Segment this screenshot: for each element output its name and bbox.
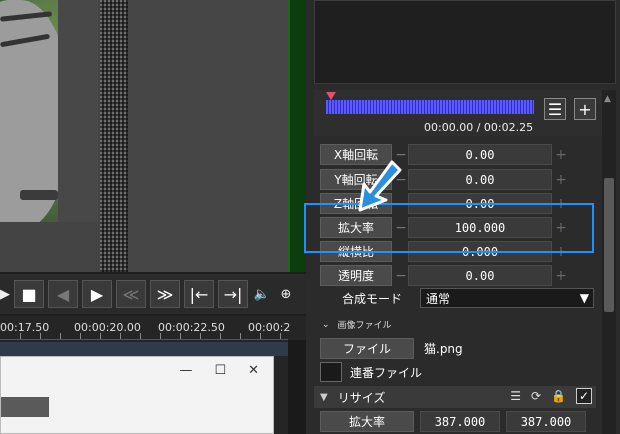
jump-end-button[interactable]: →| xyxy=(218,280,248,308)
minus-icon[interactable]: − xyxy=(394,268,408,284)
video-preview xyxy=(0,0,300,272)
fast-forward-icon: ≫ xyxy=(156,284,174,304)
list-icon: ☰ xyxy=(547,99,563,119)
pointer-arrow-icon xyxy=(358,160,402,212)
jump-start-icon: |← xyxy=(189,284,209,304)
resize-label: リサイズ xyxy=(337,390,386,405)
next-frame-button[interactable]: ▶ xyxy=(82,280,112,308)
next-frame-icon: ▶ xyxy=(90,284,104,304)
plus-icon[interactable]: + xyxy=(554,268,568,284)
opacity-value[interactable]: 0.00 xyxy=(408,265,552,286)
resize-checkbox[interactable]: ✓ xyxy=(576,388,592,404)
playhead-icon[interactable] xyxy=(326,92,336,100)
maximize-icon[interactable]: ☐ xyxy=(214,363,226,378)
collapse-chevron-icon: ⌄ xyxy=(322,319,330,330)
transport-controls: ▶ ■ ◀ ▶ ≪ ≫ |← →| 🔈 ⊕ xyxy=(0,274,306,314)
resize-scale-y[interactable]: 387.000 xyxy=(506,411,586,432)
dialog-field[interactable] xyxy=(1,397,49,417)
refresh-icon[interactable]: ⟳ xyxy=(531,389,541,403)
volume-icon[interactable]: 🔈 xyxy=(252,280,272,308)
x-rotation-value[interactable]: 0.00 xyxy=(408,144,552,165)
list-icon[interactable]: ☰ xyxy=(510,389,521,403)
dialog-titlebar: — ☐ ✕ xyxy=(1,357,273,383)
sequence-label: 連番ファイル xyxy=(350,366,423,380)
ruler-label: 00:00:2 xyxy=(248,321,291,334)
section-title: 画像ファイル xyxy=(337,321,392,331)
list-button[interactable]: ☰ xyxy=(544,98,566,120)
prop-row-opacity: 透明度 − 0.00 + xyxy=(320,265,568,286)
panel-top-area xyxy=(314,0,616,84)
fast-forward-button[interactable]: ≫ xyxy=(150,280,180,308)
audio-area: 00:00.00 / 00:02.25 ☰ + xyxy=(314,90,616,136)
plus-icon[interactable]: + xyxy=(554,172,568,188)
rewind-icon: ≪ xyxy=(122,284,140,304)
jump-end-icon: →| xyxy=(223,284,243,304)
scroll-thumb[interactable] xyxy=(604,178,614,312)
add-button[interactable]: + xyxy=(574,98,596,120)
timeline-ruler[interactable]: 00:17.50 00:00:20.00 00:00:22.50 00:00:2 xyxy=(0,316,291,340)
blend-mode-select[interactable]: 通常 ▼ xyxy=(420,288,594,308)
audio-waveform[interactable] xyxy=(326,100,534,114)
file-button[interactable]: ファイル xyxy=(320,338,414,359)
ruler-label: 00:00:20.00 xyxy=(74,321,141,334)
collapse-chevron-icon: ▼ xyxy=(320,391,328,403)
file-name: 猫.png xyxy=(424,342,463,356)
zoom-icon[interactable]: ⊕ xyxy=(276,280,296,308)
plus-icon[interactable]: + xyxy=(554,147,568,163)
prev-frame-button[interactable]: ◀ xyxy=(48,280,78,308)
image-file-section-header[interactable]: ⌄ 画像ファイル xyxy=(322,318,392,332)
rewind-button[interactable]: ≪ xyxy=(116,280,146,308)
ruler-label: 00:17.50 xyxy=(0,321,50,334)
close-icon[interactable]: ✕ xyxy=(248,363,259,378)
stop-button[interactable]: ■ xyxy=(14,280,44,308)
prev-frame-icon: ◀ xyxy=(56,284,70,304)
scroll-up-icon[interactable]: ▲ xyxy=(604,94,611,104)
app-window: ▶ ■ ◀ ▶ ≪ ≫ |← →| 🔈 ⊕ 00:17.50 00:00:20.… xyxy=(0,0,620,434)
jump-start-button[interactable]: |← xyxy=(184,280,214,308)
panel-scrollbar[interactable]: ▲ xyxy=(602,90,616,434)
lock-icon[interactable]: 🔒 xyxy=(551,389,566,403)
timeline-scrollbar[interactable] xyxy=(288,340,306,434)
resize-scale-x[interactable]: 387.000 xyxy=(420,411,500,432)
cat-image xyxy=(0,0,58,222)
y-rotation-value[interactable]: 0.00 xyxy=(408,169,552,190)
minimize-icon[interactable]: — xyxy=(179,363,192,378)
time-readout: 00:00.00 / 00:02.25 xyxy=(424,121,534,134)
scale-highlight-box xyxy=(304,203,594,253)
resize-scale-button[interactable]: 拡大率 xyxy=(320,411,414,432)
ruler-label: 00:00:22.50 xyxy=(158,321,225,334)
blend-mode-value: 通常 xyxy=(426,291,451,306)
dialog-window: — ☐ ✕ xyxy=(0,356,274,434)
opacity-button[interactable]: 透明度 xyxy=(320,265,392,286)
stop-icon: ■ xyxy=(21,284,37,304)
chevron-down-icon: ▼ xyxy=(579,291,589,305)
resize-section-header[interactable]: ▼ リサイズ ☰ ⟳ 🔒 ✓ xyxy=(314,386,596,408)
timeline-track[interactable] xyxy=(0,342,288,356)
plus-icon: + xyxy=(578,99,592,119)
play-icon[interactable]: ▶ xyxy=(0,280,10,308)
resize-scale-row: 拡大率 387.000 387.000 xyxy=(320,411,586,432)
sequence-checkbox[interactable] xyxy=(320,362,342,382)
blend-mode-label: 合成モード xyxy=(342,292,403,306)
noise-strip xyxy=(100,0,128,272)
